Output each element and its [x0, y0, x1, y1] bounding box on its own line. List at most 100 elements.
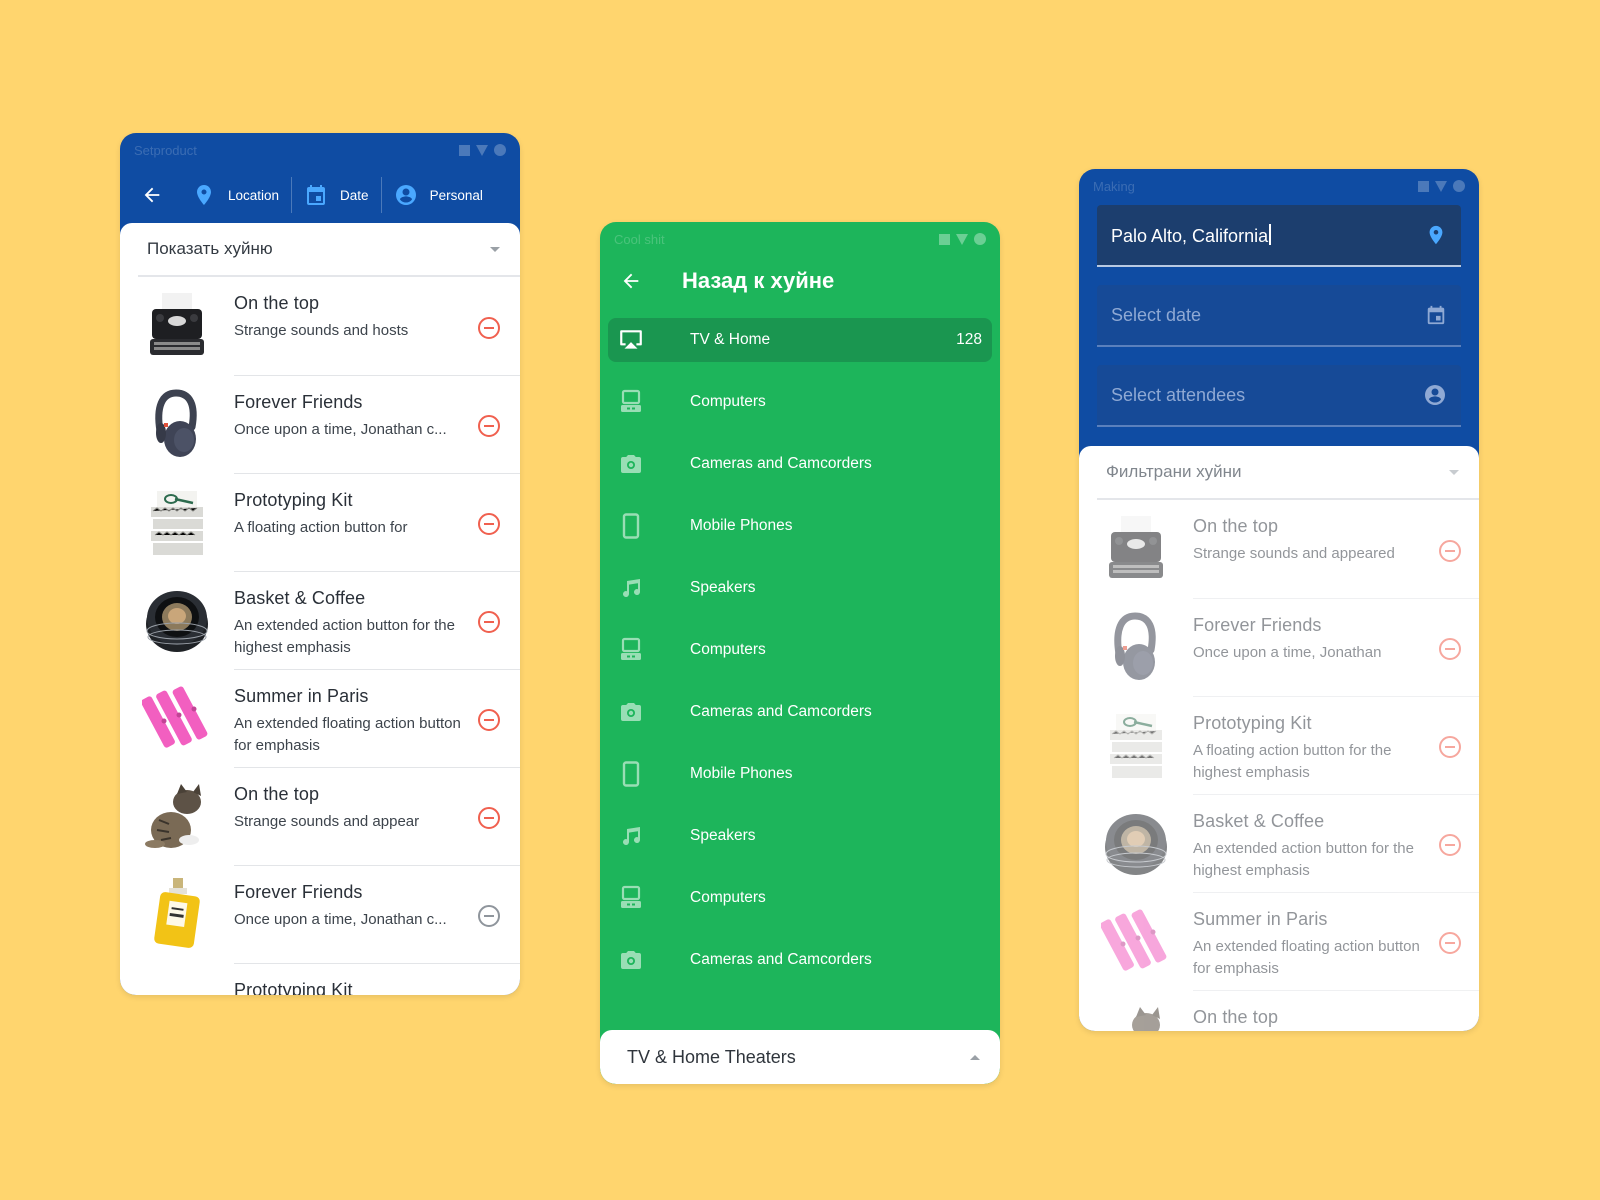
category-item[interactable]: Mobile Phones [608, 504, 992, 548]
list-item[interactable]: Basket & Coffee An extended action button… [120, 571, 520, 669]
status-app-name: Setproduct [134, 142, 197, 158]
category-label: Speakers [690, 579, 756, 596]
personal-filter-tab[interactable]: Personal [382, 167, 495, 223]
item-thumbnail [138, 287, 216, 365]
filter-stuff-dropdown[interactable]: Фильтрани хуйни [1097, 446, 1479, 500]
back-button[interactable] [620, 270, 642, 292]
show-stuff-dropdown[interactable]: Показать хуйню [138, 223, 520, 277]
remove-item-button[interactable] [1439, 638, 1461, 660]
list-item[interactable]: Forever Friends Once upon a time, Jonatha… [120, 865, 520, 963]
remove-item-button[interactable] [478, 709, 500, 731]
item-subtitle: An extended floating action button for e… [234, 715, 461, 754]
location-filter-tab[interactable]: Location [180, 167, 291, 223]
list-item[interactable]: On the top [1079, 990, 1479, 1031]
item-title: Basket & Coffee [234, 588, 366, 608]
list-item[interactable]: Prototyping Kit [120, 963, 520, 995]
item-title: Summer in Paris [1193, 909, 1328, 929]
category-item[interactable]: Cameras and Camcorders [608, 690, 992, 734]
category-item[interactable]: Mobile Phones [608, 752, 992, 796]
arrow-left-icon [623, 273, 639, 289]
dropdown-label: Фильтрани хуйни [1106, 462, 1242, 481]
status-bar: Making [1079, 169, 1479, 203]
calendar-icon [307, 185, 326, 205]
list-item[interactable]: On the top Strange sounds and hosts [120, 277, 520, 375]
category-label: Computers [690, 393, 766, 410]
list-item[interactable]: Prototyping Kit A floating action button … [120, 473, 520, 571]
list-item[interactable]: Basket & Coffee An extended action button… [1079, 794, 1479, 892]
list-item[interactable]: Prototyping Kit A floating action button … [1079, 696, 1479, 794]
remove-item-button[interactable] [1439, 736, 1461, 758]
remove-item-button[interactable] [478, 905, 500, 927]
back-button[interactable] [140, 183, 164, 207]
remove-item-button[interactable] [478, 611, 500, 633]
remove-item-button[interactable] [478, 513, 500, 535]
item-title: On the top [1193, 516, 1279, 536]
attendees-input-placeholder: Select attendees [1111, 384, 1246, 405]
item-body: Basket & Coffee An extended action button… [1193, 794, 1479, 892]
list-item[interactable]: On the top Strange sounds and appeared [1079, 500, 1479, 598]
computer-icon [618, 389, 644, 415]
signal-square-icon [939, 233, 950, 245]
item-title: Forever Friends [1193, 615, 1322, 635]
list-item[interactable]: Summer in Paris An extended floating acti… [1079, 892, 1479, 990]
date-input-placeholder: Select date [1111, 304, 1202, 325]
item-body: Prototyping Kit [234, 963, 520, 995]
item-body: On the top [1193, 990, 1479, 1031]
attendees-input[interactable]: Select attendees [1097, 365, 1461, 427]
item-thumbnail [1097, 706, 1175, 784]
remove-item-button[interactable] [478, 415, 500, 437]
dropdown-label: Показать хуйню [147, 239, 273, 258]
right-phone-card: Making Palo Alto, California Select date… [1079, 169, 1479, 1031]
item-subtitle: Once upon a time, Jonathan c... [234, 421, 447, 438]
category-item[interactable]: Cameras and Camcorders [608, 938, 992, 982]
remove-item-button[interactable] [1439, 932, 1461, 954]
category-item[interactable]: Speakers [608, 566, 992, 610]
signal-square-icon [459, 144, 470, 156]
remove-item-button[interactable] [1439, 834, 1461, 856]
category-label: Mobile Phones [690, 517, 793, 534]
item-title: Summer in Paris [234, 686, 369, 706]
category-label: Cameras and Camcorders [690, 951, 872, 968]
location-input-value: Palo Alto, California [1111, 225, 1269, 246]
item-title: Forever Friends [234, 882, 363, 902]
category-item[interactable]: Cameras and Camcorders [608, 442, 992, 486]
category-item[interactable]: Speakers [608, 814, 992, 858]
category-item[interactable]: Computers [608, 876, 992, 920]
left-phone-card: Setproduct Location Date Personal Показа… [120, 133, 520, 995]
caret-down-icon [490, 246, 500, 252]
arrow-left-icon [144, 187, 160, 203]
status-app-name: Making [1093, 178, 1135, 194]
item-body: Prototyping Kit A floating action button … [1193, 696, 1479, 794]
map-pin-icon [1429, 225, 1443, 245]
list-item[interactable]: Summer in Paris An extended floating acti… [120, 669, 520, 767]
list-item[interactable]: Forever Friends Once upon a time, Jonatha… [120, 375, 520, 473]
category-item[interactable]: Computers [608, 380, 992, 424]
item-body: Forever Friends Once upon a time, Jonatha… [1193, 598, 1479, 696]
item-thumbnail [138, 875, 216, 953]
list-item[interactable]: Forever Friends Once upon a time, Jonatha… [1079, 598, 1479, 696]
category-select[interactable]: TV & Home Theaters [600, 1030, 1000, 1084]
personal-filter-label: Personal [429, 187, 483, 203]
remove-item-button[interactable] [1439, 540, 1461, 562]
category-item[interactable]: TV & Home 128 [608, 318, 992, 362]
category-label: Computers [690, 889, 766, 906]
remove-item-button[interactable] [478, 807, 500, 829]
content-sheet: Показать хуйню On the top Strange sounds … [120, 223, 520, 995]
list-item[interactable]: On the top Strange sounds and appear [120, 767, 520, 865]
location-input[interactable]: Palo Alto, California [1097, 205, 1461, 267]
item-thumbnail [138, 581, 216, 659]
location-filter-label: Location [228, 187, 280, 203]
category-label: Speakers [690, 827, 756, 844]
category-item[interactable]: Computers [608, 628, 992, 672]
drawer-title: Назад к хуйне [682, 268, 835, 293]
music-note-icon [618, 575, 644, 601]
remove-item-button[interactable] [478, 317, 500, 339]
category-select-label: TV & Home Theaters [627, 1046, 796, 1067]
wifi-triangle-icon [476, 144, 488, 156]
date-filter-tab[interactable]: Date [292, 167, 381, 223]
content-sheet: Фильтрани хуйни On the top Strange sounds… [1079, 446, 1479, 1031]
text-cursor [1269, 223, 1272, 245]
item-thumbnail [1097, 1000, 1175, 1031]
date-input[interactable]: Select date [1097, 285, 1461, 347]
drawer-toolbar: Назад к хуйне [600, 256, 1000, 306]
